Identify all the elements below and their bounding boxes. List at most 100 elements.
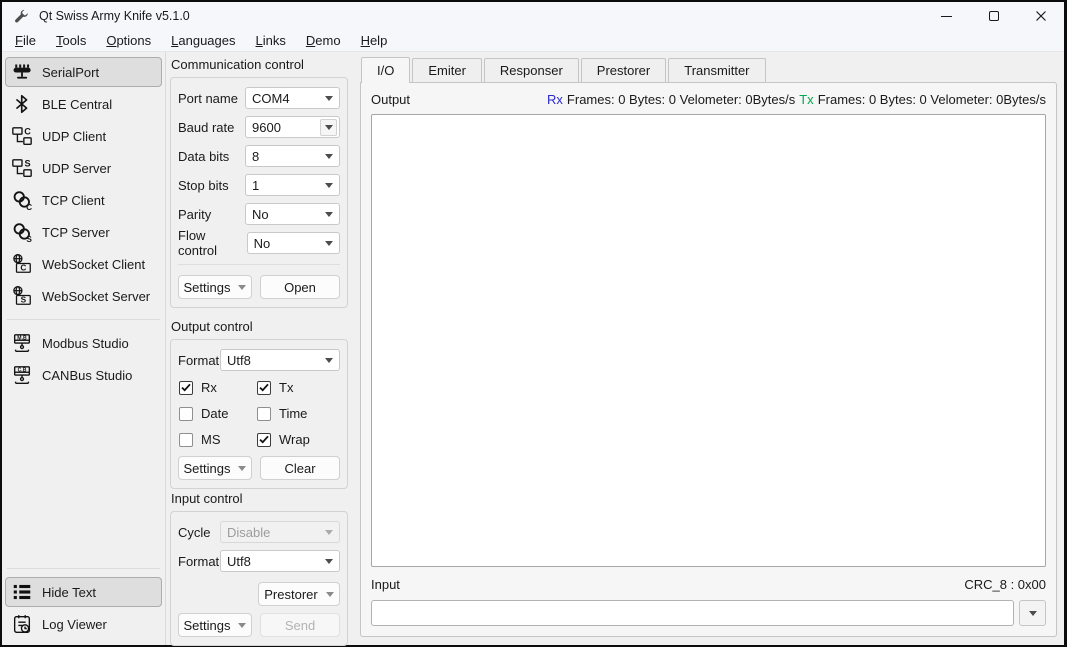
- sidebar-item-tcp-client[interactable]: C TCP Client: [5, 185, 162, 215]
- menu-demo[interactable]: Demo: [296, 31, 351, 50]
- sidebar-item-udp-server[interactable]: S UDP Server: [5, 153, 162, 183]
- checkbox-label: Rx: [201, 380, 217, 395]
- checkbox-label: Time: [279, 406, 307, 421]
- input-format-select[interactable]: Utf8: [220, 550, 340, 572]
- tab-responser[interactable]: Responser: [484, 58, 579, 82]
- flow-control-select[interactable]: No: [247, 232, 340, 254]
- output-format-select[interactable]: Utf8: [220, 349, 340, 371]
- input-label: Input: [371, 577, 400, 592]
- sidebar-item-label: Modbus Studio: [42, 336, 129, 351]
- close-icon: [1035, 10, 1047, 22]
- input-control-group: Cycle Disable Format Utf8 Prestorer: [170, 511, 348, 646]
- output-format-row: Format Utf8: [178, 349, 340, 371]
- tab-bar: I/O Emiter Responser Prestorer Transmitt…: [360, 57, 1057, 82]
- input-text-field[interactable]: [371, 600, 1014, 626]
- checkbox-row: MS Wrap: [179, 432, 340, 447]
- sidebar-item-websocket-client[interactable]: C WebSocket Client: [5, 249, 162, 279]
- settings-button-label: Settings: [184, 280, 231, 295]
- tab-io[interactable]: I/O: [361, 57, 410, 83]
- rx-checkbox[interactable]: Rx: [179, 380, 257, 395]
- close-button[interactable]: [1017, 2, 1064, 30]
- sidebar-item-serialport[interactable]: SerialPort: [5, 57, 162, 87]
- sidebar-item-label: BLE Central: [42, 97, 112, 112]
- sidebar-item-udp-client[interactable]: C UDP Client: [5, 121, 162, 151]
- svg-text:S: S: [21, 295, 27, 304]
- sidebar-item-tcp-server[interactable]: S TCP Server: [5, 217, 162, 247]
- output-text-area[interactable]: [371, 114, 1046, 567]
- sidebar-item-hide-text[interactable]: Hide Text: [5, 577, 162, 607]
- tab-prestorer[interactable]: Prestorer: [581, 58, 666, 82]
- open-button[interactable]: Open: [260, 275, 340, 299]
- baud-rate-dropdown-button[interactable]: [320, 119, 337, 136]
- svg-text:M.B: M.B: [17, 335, 27, 341]
- checkbox-label: Wrap: [279, 432, 310, 447]
- cycle-value: Disable: [227, 525, 270, 540]
- sidebar-item-websocket-server[interactable]: S WebSocket Server: [5, 281, 162, 311]
- sidebar-item-ble-central[interactable]: BLE Central: [5, 89, 162, 119]
- input-history-dropdown-button[interactable]: [1019, 600, 1046, 626]
- sidebar-item-label: WebSocket Client: [42, 257, 145, 272]
- sidebar-item-label: UDP Client: [42, 129, 106, 144]
- menu-languages[interactable]: Languages: [161, 31, 245, 50]
- stop-bits-value: 1: [252, 178, 259, 193]
- tcp-client-icon: C: [11, 189, 33, 211]
- checkbox-box: [257, 407, 271, 421]
- settings-button-label: Settings: [184, 461, 231, 476]
- sidebar-item-modbus-studio[interactable]: M.B Modbus Studio: [5, 328, 162, 358]
- clear-button[interactable]: Clear: [260, 456, 340, 480]
- list-icon: [11, 581, 33, 603]
- baud-rate-combobox[interactable]: 9600: [245, 116, 340, 138]
- ms-checkbox[interactable]: MS: [179, 432, 257, 447]
- input-format-value: Utf8: [227, 554, 251, 569]
- rx-stat-prefix: Rx: [547, 92, 563, 107]
- maximize-button[interactable]: [970, 2, 1017, 30]
- comm-settings-button[interactable]: Settings: [178, 275, 252, 299]
- chevron-down-icon: [325, 212, 333, 217]
- sidebar-item-label: Hide Text: [42, 585, 96, 600]
- output-settings-button[interactable]: Settings: [178, 456, 252, 480]
- stop-bits-select[interactable]: 1: [245, 174, 340, 196]
- input-settings-button[interactable]: Settings: [178, 613, 252, 637]
- time-checkbox[interactable]: Time: [257, 406, 335, 421]
- chevron-down-icon: [238, 623, 246, 628]
- data-bits-label: Data bits: [178, 149, 229, 164]
- cycle-row: Cycle Disable: [178, 521, 340, 543]
- menu-help[interactable]: Help: [351, 31, 398, 50]
- port-name-select[interactable]: COM4: [245, 87, 340, 109]
- websocket-client-icon: C: [11, 253, 33, 275]
- wrap-checkbox[interactable]: Wrap: [257, 432, 335, 447]
- workspace: I/O Emiter Responser Prestorer Transmitt…: [354, 52, 1064, 645]
- tab-transmitter[interactable]: Transmitter: [668, 58, 765, 82]
- udp-client-icon: C: [11, 125, 33, 147]
- output-header: Output Rx Frames: 0 Bytes: 0 Velometer: …: [371, 90, 1046, 109]
- baud-rate-value: 9600: [252, 120, 281, 135]
- tx-stat-prefix: Tx: [799, 92, 813, 107]
- chevron-down-icon: [325, 183, 333, 188]
- flow-control-value: No: [254, 236, 271, 251]
- prestorer-button[interactable]: Prestorer: [258, 582, 340, 606]
- prestorer-button-label: Prestorer: [264, 587, 317, 602]
- data-bits-select[interactable]: 8: [245, 145, 340, 167]
- checkbox-box: [179, 381, 193, 395]
- sidebar-bottom-separator: [7, 568, 160, 569]
- menu-file[interactable]: File: [5, 31, 46, 50]
- parity-select[interactable]: No: [245, 203, 340, 225]
- sidebar-item-label: SerialPort: [42, 65, 99, 80]
- data-bits-value: 8: [252, 149, 259, 164]
- minimize-button[interactable]: [923, 2, 970, 30]
- tx-checkbox[interactable]: Tx: [257, 380, 335, 395]
- tab-emiter[interactable]: Emiter: [412, 58, 482, 82]
- menu-links[interactable]: Links: [246, 31, 296, 50]
- input-buttons-row: Settings Send: [178, 613, 340, 637]
- comm-buttons-row: Settings Open: [178, 275, 340, 299]
- sidebar-item-log-viewer[interactable]: Log Viewer: [5, 609, 162, 639]
- menu-options[interactable]: Options: [96, 31, 161, 50]
- date-checkbox[interactable]: Date: [179, 406, 257, 421]
- log-viewer-icon: [11, 613, 33, 635]
- sidebar-item-canbus-studio[interactable]: C.B CANBus Studio: [5, 360, 162, 390]
- checkbox-box: [179, 433, 193, 447]
- flow-control-label: Flow control: [178, 228, 247, 258]
- group-separator: [178, 264, 340, 265]
- menu-tools[interactable]: Tools: [46, 31, 96, 50]
- sidebar-item-label: TCP Client: [42, 193, 105, 208]
